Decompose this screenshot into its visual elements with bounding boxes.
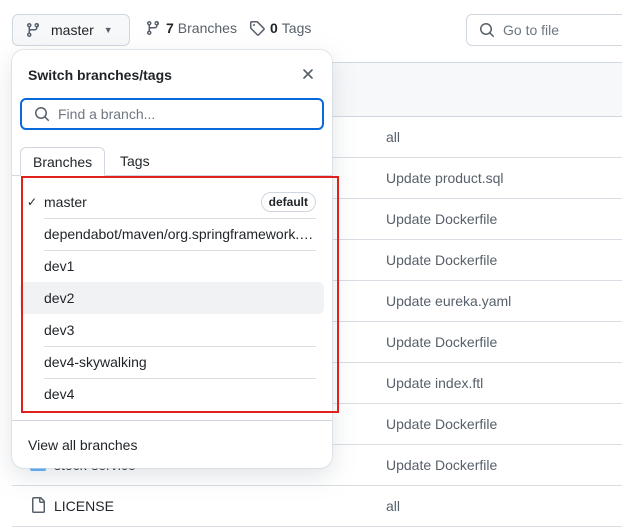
branches-label: Branches [177, 20, 237, 36]
branch-item-dev1[interactable]: dev1 [20, 250, 324, 282]
branch-name: master [44, 194, 87, 210]
commit-message[interactable]: all [386, 129, 400, 145]
go-to-file-placeholder: Go to file [503, 22, 560, 38]
file-icon [32, 497, 45, 513]
branch-item-dependabot[interactable]: dependabot/maven/org.springframework.boo… [20, 218, 324, 250]
tab-tags[interactable]: Tags [108, 147, 162, 176]
dropdown-title: Switch branches/tags [28, 67, 172, 83]
branch-list: ✓ master default dependabot/maven/org.sp… [20, 186, 324, 410]
branch-item-dev2[interactable]: dev2 [20, 282, 324, 314]
branch-name: dev4 [44, 386, 75, 402]
commit-message[interactable]: Update Dockerfile [386, 211, 497, 227]
caret-down-icon: ▼ [103, 25, 113, 35]
branch-name: dev4-skywalking [44, 354, 147, 370]
commit-message[interactable]: all [386, 498, 400, 514]
tags-label: Tags [281, 20, 312, 36]
commit-message[interactable]: Update index.ftl [386, 375, 483, 391]
git-branch-icon [27, 22, 39, 38]
view-all-branches-link[interactable]: View all branches [28, 437, 137, 453]
branch-item-dev3[interactable]: dev3 [20, 314, 324, 346]
current-branch-label: master [51, 22, 94, 38]
branch-item-master[interactable]: ✓ master default [20, 186, 324, 218]
git-branch-icon [147, 20, 159, 36]
commit-message[interactable]: Update Dockerfile [386, 416, 497, 432]
branch-select-button[interactable]: master ▼ [12, 14, 130, 46]
commit-message[interactable]: Update Dockerfile [386, 334, 497, 350]
check-icon: ✓ [27, 195, 38, 209]
tags-link[interactable]: 0 Tags [249, 20, 311, 36]
commit-message[interactable]: Update eureka.yaml [386, 293, 511, 309]
branches-link[interactable]: 7 Branches [145, 20, 237, 36]
branch-name: dev2 [44, 290, 75, 306]
branch-name: dev1 [44, 258, 75, 274]
commit-message[interactable]: Update Dockerfile [386, 457, 497, 473]
search-icon [35, 107, 50, 122]
branch-search-input[interactable] [58, 106, 298, 122]
commit-message[interactable]: Update Dockerfile [386, 252, 497, 268]
branch-item-dev4-skywalking[interactable]: dev4-skywalking [20, 346, 324, 378]
file-name[interactable]: LICENSE [54, 498, 114, 514]
branch-switcher-dropdown: Switch branches/tags Branches Tags ✓ mas… [12, 50, 332, 468]
branch-name: dependabot/maven/org.springframework.boo… [44, 226, 316, 242]
branches-count: 7 [166, 20, 174, 36]
dropdown-footer: View all branches [12, 420, 332, 453]
default-badge: default [260, 192, 316, 212]
commit-message[interactable]: Update product.sql [386, 170, 504, 186]
tab-branches[interactable]: Branches [20, 147, 106, 176]
tag-icon [250, 21, 265, 36]
branch-search-field[interactable] [20, 98, 324, 130]
branch-item-dev4[interactable]: dev4 [20, 378, 324, 410]
table-row[interactable]: LICENSE all [12, 486, 622, 527]
go-to-file-input[interactable]: Go to file [466, 14, 622, 46]
branch-tag-tabs: Branches Tags [12, 140, 332, 176]
tags-count: 0 [270, 20, 278, 36]
search-icon [480, 23, 495, 38]
close-icon[interactable] [298, 64, 318, 84]
branch-name: dev3 [44, 322, 75, 338]
